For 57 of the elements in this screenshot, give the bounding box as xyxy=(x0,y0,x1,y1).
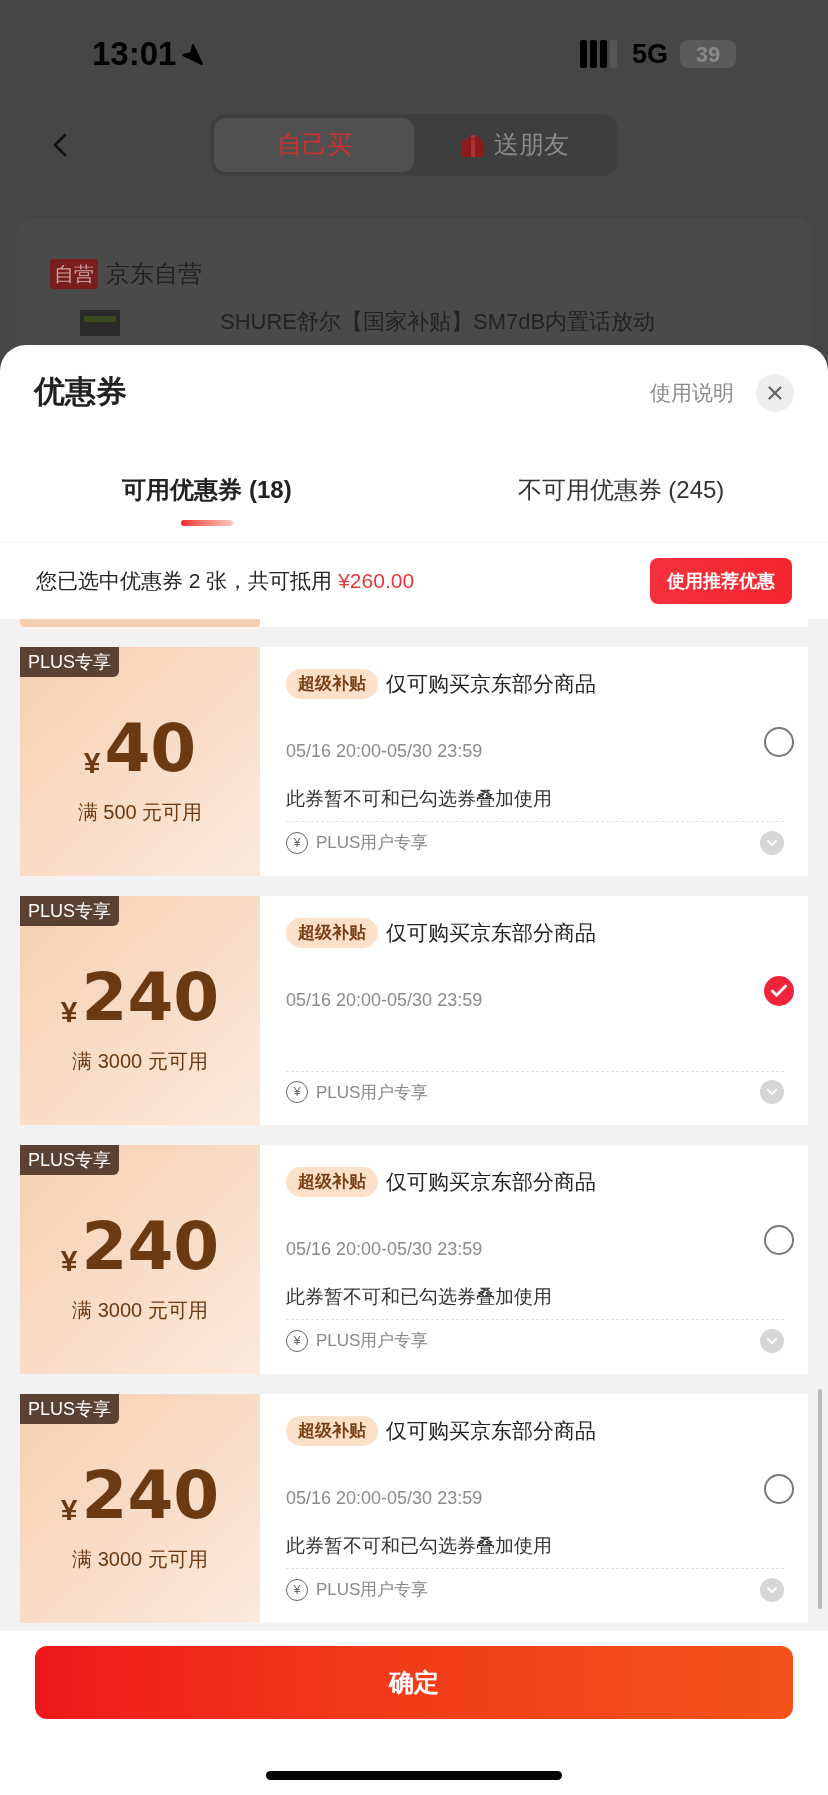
coupon-condition: 满 3000 元可用 xyxy=(72,1297,208,1323)
coupon-tab[interactable]: 可用优惠券 (18) xyxy=(0,440,414,542)
gift-icon xyxy=(459,132,486,158)
coupon-card[interactable]: PLUS专享 ¥240 满 3000 元可用 超级补贴 仅可购买京东部分商品 05/16 20:00-05/30 23:59 ¥ PLUS用户专享 xyxy=(20,896,808,1125)
select-radio[interactable] xyxy=(764,976,794,1006)
coupon-title: 仅可购买京东部分商品 xyxy=(386,671,596,697)
coupon-card[interactable]: PLUS专享 ¥240 满 3000 元可用 超级补贴 仅可购买京东部分商品 05/16 20:00-05/30 23:59 此券暂不可和已勾选券叠加使用 ¥ PLUS用户专享 xyxy=(20,1394,808,1623)
coupon-tab[interactable]: 不可用优惠券 (245) xyxy=(414,440,828,542)
plus-tag: PLUS专享 xyxy=(20,896,120,926)
coupon-card[interactable]: PLUS专享 ¥40 满 500 元可用 超级补贴 仅可购买京东部分商品 05/16 20:00-05/30 23:59 此券暂不可和已勾选券叠加使用 ¥ PLUS用户专享 xyxy=(20,647,808,876)
coupon-footer-text: PLUS用户专享 xyxy=(316,832,430,854)
close-button[interactable] xyxy=(756,373,794,412)
usage-help-link[interactable]: 使用说明 xyxy=(650,376,734,409)
coupon-title: 仅可购买京东部分商品 xyxy=(386,1418,596,1444)
location-icon xyxy=(180,42,205,66)
subsidy-badge: 超级补贴 xyxy=(286,1166,378,1197)
subsidy-badge: 超级补贴 xyxy=(286,1415,378,1446)
conflict-note: 此券暂不可和已勾选券叠加使用 xyxy=(286,1284,552,1309)
status-time: 13:01 xyxy=(92,34,177,75)
sheet-title: 优惠券 xyxy=(34,373,128,412)
coupon-condition: 满 500 元可用 xyxy=(77,799,203,825)
coupon-condition: 满 3000 元可用 xyxy=(72,1048,208,1074)
plus-tag: PLUS专享 xyxy=(20,1394,120,1424)
currency-symbol: ¥ xyxy=(60,1491,78,1528)
conflict-note: 此券暂不可和已勾选券叠加使用 xyxy=(286,1533,552,1558)
selection-summary: 您已选中优惠券 2 张，共可抵用 ¥260.00 xyxy=(36,568,416,595)
conflict-note: 此券暂不可和已勾选券叠加使用 xyxy=(286,786,552,811)
coupon-amount: 240 xyxy=(81,1459,220,1532)
plus-tag: PLUS专享 xyxy=(20,647,120,677)
validity-period: 05/16 20:00-05/30 23:59 xyxy=(286,988,483,1012)
coupon-footer-text: PLUS用户专享 xyxy=(316,1330,430,1352)
select-radio[interactable] xyxy=(764,727,794,757)
subsidy-badge: 超级补贴 xyxy=(286,917,378,948)
coupon-footer-text: PLUS用户专享 xyxy=(316,1081,430,1104)
currency-symbol: ¥ xyxy=(60,993,78,1030)
currency-symbol: ¥ xyxy=(83,744,101,781)
select-radio[interactable] xyxy=(764,1474,794,1504)
validity-period: 05/16 20:00-05/30 23:59 xyxy=(286,739,483,763)
coupon-card[interactable]: PLUS专享 ¥240 满 3000 元可用 超级补贴 仅可购买京东部分商品 05/16 20:00-05/30 23:59 此券暂不可和已勾选券叠加使用 ¥ PLUS用户专享 xyxy=(20,1145,808,1374)
self-operated-badge: 自营 xyxy=(50,259,98,289)
currency-symbol: ¥ xyxy=(60,1242,78,1279)
coupon-footer-text: PLUS用户专享 xyxy=(316,1579,430,1601)
coupon-title: 仅可购买京东部分商品 xyxy=(386,920,596,946)
select-radio[interactable] xyxy=(764,1225,794,1255)
validity-period: 05/16 20:00-05/30 23:59 xyxy=(286,1486,483,1510)
signal-icon xyxy=(579,40,620,68)
subsidy-badge: 超级补贴 xyxy=(286,668,378,699)
recommended-button[interactable]: 使用推荐优惠 xyxy=(650,558,792,604)
coupon-amount: 40 xyxy=(104,712,197,785)
validity-period: 05/16 20:00-05/30 23:59 xyxy=(286,1237,483,1261)
coupon-amount: 240 xyxy=(81,1210,220,1283)
coupon-amount: 240 xyxy=(81,961,220,1034)
coupon-condition: 满 3000 元可用 xyxy=(72,1546,208,1572)
plus-tag: PLUS专享 xyxy=(20,1145,120,1175)
network-label: 5G xyxy=(631,37,668,71)
confirm-button[interactable]: 确定 xyxy=(35,1646,793,1719)
coupon-title: 仅可购买京东部分商品 xyxy=(386,1169,596,1195)
